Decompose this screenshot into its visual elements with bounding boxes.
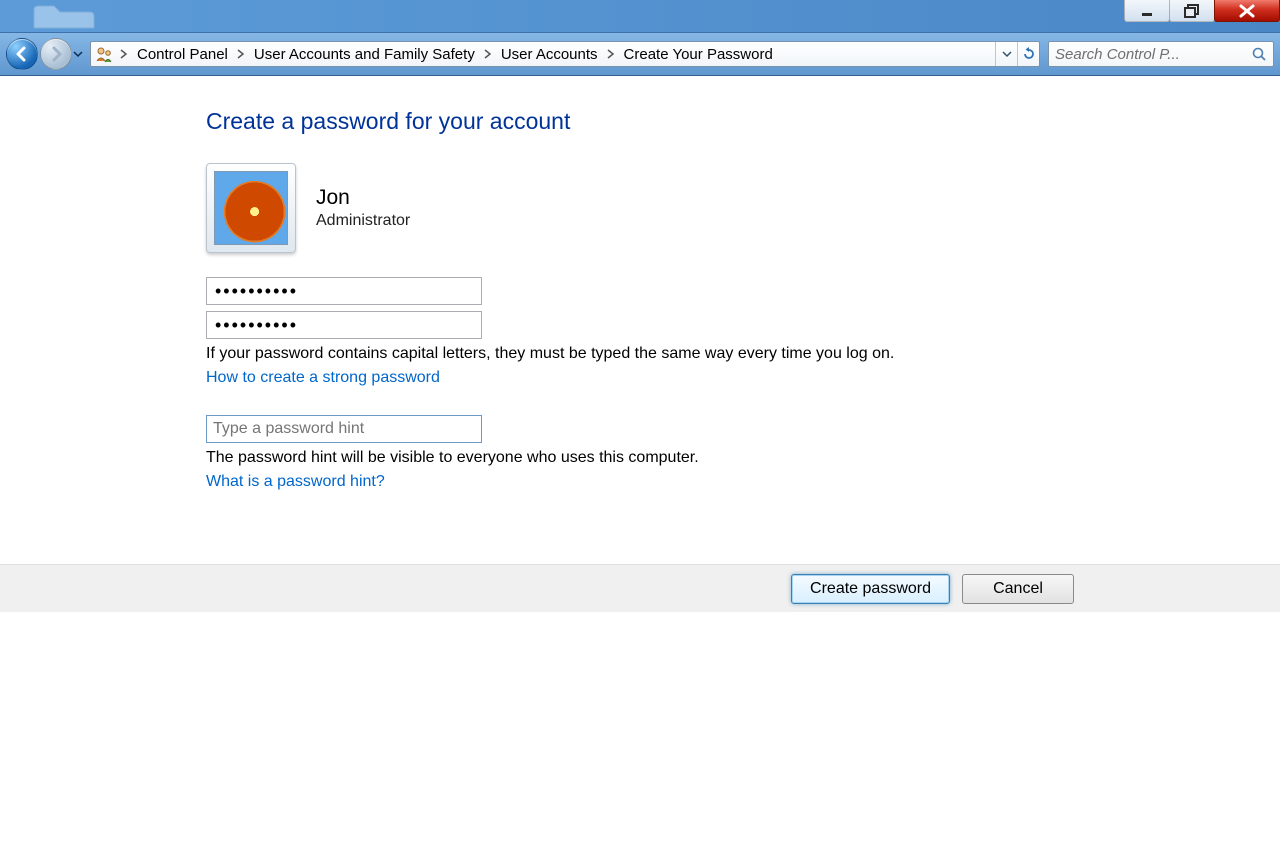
avatar-image xyxy=(214,171,288,245)
back-button[interactable] xyxy=(6,38,38,70)
new-password-field[interactable] xyxy=(206,277,482,305)
user-name: Jon xyxy=(316,186,410,210)
page-title: Create a password for your account xyxy=(206,108,1086,135)
search-placeholder: Search Control P... xyxy=(1055,46,1247,63)
chevron-right-icon[interactable] xyxy=(604,42,618,66)
refresh-button[interactable] xyxy=(1017,42,1039,66)
hint-visibility-note: The password hint will be visible to eve… xyxy=(206,449,1086,467)
password-hint-help-link[interactable]: What is a password hint? xyxy=(206,473,385,491)
close-button[interactable] xyxy=(1214,0,1280,22)
address-bar[interactable]: Control Panel User Accounts and Family S… xyxy=(90,41,1040,67)
search-input[interactable]: Search Control P... xyxy=(1048,41,1274,67)
strong-password-help-link[interactable]: How to create a strong password xyxy=(206,369,440,387)
forward-button[interactable] xyxy=(40,38,72,70)
user-accounts-icon xyxy=(93,43,115,65)
create-password-button[interactable]: Create password xyxy=(791,574,950,604)
window-titlebar xyxy=(0,0,1280,32)
breadcrumb-item[interactable]: Create Your Password xyxy=(618,46,779,63)
avatar xyxy=(206,163,296,253)
chevron-right-icon[interactable] xyxy=(117,42,131,66)
password-hint-field[interactable] xyxy=(206,415,482,443)
cancel-button[interactable]: Cancel xyxy=(962,574,1074,604)
explorer-ghost-icon xyxy=(30,0,100,32)
dialog-button-bar: Create password Cancel xyxy=(0,564,1280,612)
confirm-password-field[interactable] xyxy=(206,311,482,339)
nav-row: Control Panel User Accounts and Family S… xyxy=(0,32,1280,76)
minimize-button[interactable] xyxy=(1124,0,1170,22)
chevron-right-icon[interactable] xyxy=(234,42,248,66)
address-dropdown-button[interactable] xyxy=(995,42,1017,66)
maximize-button[interactable] xyxy=(1169,0,1215,22)
user-role: Administrator xyxy=(316,212,410,230)
breadcrumb-item[interactable]: User Accounts xyxy=(495,46,604,63)
nav-history-dropdown[interactable] xyxy=(72,38,84,70)
breadcrumb-item[interactable]: Control Panel xyxy=(131,46,234,63)
breadcrumb-item[interactable]: User Accounts and Family Safety xyxy=(248,46,481,63)
caps-warning: If your password contains capital letter… xyxy=(206,345,1086,363)
chevron-right-icon[interactable] xyxy=(481,42,495,66)
user-summary: Jon Administrator xyxy=(206,163,1086,253)
search-icon xyxy=(1251,46,1267,62)
